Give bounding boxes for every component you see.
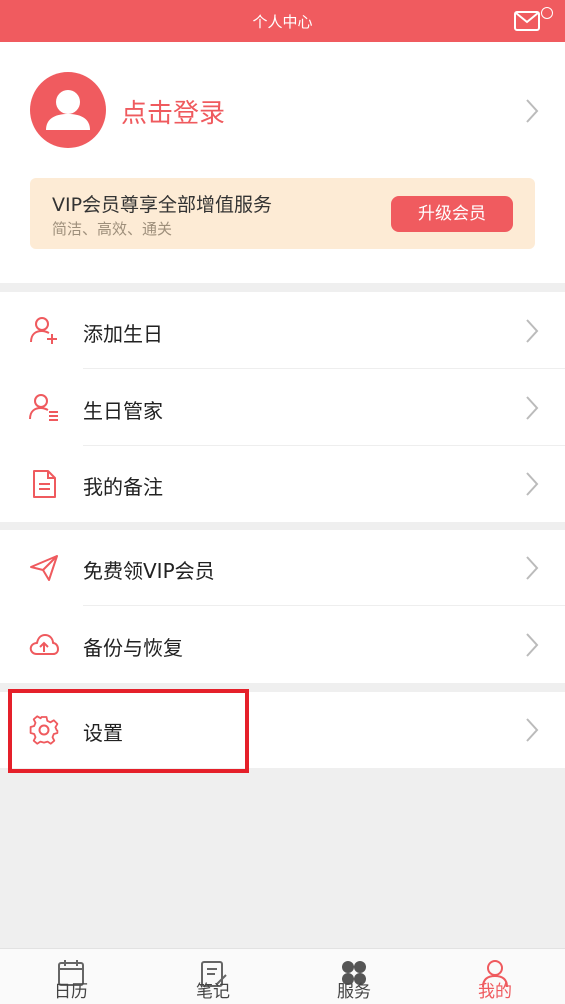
mail-icon[interactable]	[514, 11, 540, 31]
vip-banner-subtitle: 简洁、高效、通关	[52, 220, 173, 238]
user-list-icon	[29, 394, 58, 421]
cloud-upload-icon	[29, 634, 59, 655]
profile-section: 点击登录 VIP会员尊享全部增值服务 简洁、高效、通关 升级会员	[0, 42, 565, 283]
chevron-right-icon[interactable]	[524, 97, 540, 125]
tab-label: 服务	[337, 982, 371, 1002]
notification-dot-icon	[541, 7, 553, 19]
chevron-right-icon	[526, 319, 539, 343]
chevron-right-icon	[526, 556, 539, 580]
tab-label: 日历	[54, 982, 88, 1002]
vip-banner-title: VIP会员尊享全部增值服务	[52, 194, 273, 216]
tab-label: 我的	[478, 982, 512, 1002]
paper-plane-icon	[30, 555, 58, 581]
menu-item-label: 生日管家	[83, 399, 163, 423]
menu-group-1: 添加生日 生日管家 我的备注	[0, 292, 565, 522]
menu-item-label: 备份与恢复	[83, 636, 183, 660]
menu-item-label: 我的备注	[83, 475, 163, 499]
chevron-right-icon	[526, 633, 539, 657]
menu-item-label: 添加生日	[83, 322, 163, 346]
tab-notes[interactable]: 笔记	[173, 949, 253, 1004]
chevron-right-icon	[526, 396, 539, 420]
chevron-right-icon	[526, 718, 539, 742]
avatar[interactable]	[30, 72, 106, 148]
upgrade-vip-button[interactable]: 升级会员	[391, 196, 513, 232]
top-bar: 个人中心	[0, 0, 565, 42]
add-user-icon	[30, 317, 57, 344]
menu-item-birthday-manager[interactable]: 生日管家	[0, 369, 565, 446]
menu-group-2: 免费领VIP会员 备份与恢复	[0, 530, 565, 683]
tab-label: 笔记	[196, 982, 230, 1002]
highlight-box	[8, 689, 249, 773]
vip-banner: VIP会员尊享全部增值服务 简洁、高效、通关 升级会员	[30, 178, 535, 249]
menu-item-backup-restore[interactable]: 备份与恢复	[0, 606, 565, 683]
page-title: 个人中心	[252, 13, 313, 31]
tab-services[interactable]: 服务	[314, 949, 394, 1004]
login-link[interactable]: 点击登录	[121, 93, 225, 130]
menu-item-label: 免费领VIP会员	[83, 559, 215, 583]
menu-item-add-birthday[interactable]: 添加生日	[0, 292, 565, 369]
user-avatar-icon	[46, 90, 90, 130]
bottom-tab-bar: 日历 笔记 服务 我的	[0, 948, 565, 1004]
menu-item-my-notes[interactable]: 我的备注	[0, 446, 565, 522]
document-icon	[33, 470, 56, 498]
tab-mine[interactable]: 我的	[455, 949, 535, 1004]
chevron-right-icon	[526, 472, 539, 496]
menu-item-free-vip[interactable]: 免费领VIP会员	[0, 530, 565, 606]
tab-calendar[interactable]: 日历	[31, 949, 111, 1004]
